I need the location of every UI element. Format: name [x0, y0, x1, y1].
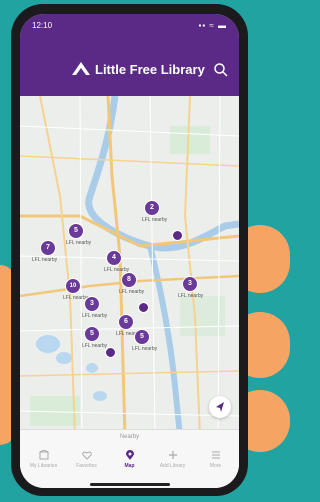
map-pin-cluster[interactable]: 3 [84, 296, 100, 312]
app-header: 12:10 ▪▪ ≈ ▬ Little Free Library [20, 14, 239, 96]
map-pin-label: LFL nearby [32, 257, 58, 263]
map-pin-label: LFL nearby [178, 293, 204, 299]
tab-my-libraries[interactable]: My Libraries [22, 448, 65, 474]
map-pin-label: LFL nearby [82, 313, 108, 319]
map-pin-label: LFL nearby [132, 346, 158, 352]
map-pin-label: LFL nearby [82, 343, 108, 349]
map-pin-cluster[interactable]: 8 [121, 272, 137, 288]
locate-me-button[interactable] [209, 396, 231, 418]
tab-label: Favorites [76, 463, 97, 469]
tab-label: Map [124, 463, 135, 469]
map-pin-icon [126, 450, 134, 460]
map-pin-label: LFL nearby [119, 289, 145, 295]
map-pin-cluster[interactable]: 5 [134, 329, 150, 345]
tab-more[interactable]: More [194, 448, 237, 474]
library-map[interactable]: 2 LFL nearby 5 LFL nearby 7 LFL nearby 4… [20, 96, 239, 436]
tab-map[interactable]: Map [108, 448, 151, 474]
map-pin-label: LFL nearby [142, 217, 168, 223]
navigation-arrow-icon [216, 402, 224, 412]
library-location-pin[interactable] [105, 347, 116, 358]
status-bar: 12:10 ▪▪ ≈ ▬ [32, 21, 227, 33]
map-pin-label: LFL nearby [66, 240, 92, 246]
heart-icon [82, 451, 92, 460]
app-title: Little Free Library [95, 62, 205, 77]
bottom-sheet[interactable]: Nearby My Libraries Favorites Map Add Li… [20, 429, 239, 488]
tab-label: More [209, 463, 222, 469]
status-icons: ▪▪ ≈ ▬ [198, 21, 227, 30]
map-pin-cluster[interactable]: 3 [182, 276, 198, 292]
tab-favorites[interactable]: Favorites [65, 448, 108, 474]
library-location-pin[interactable] [172, 230, 183, 241]
plus-icon [169, 451, 177, 459]
menu-icon [212, 451, 220, 459]
app-screen: 12:10 ▪▪ ≈ ▬ Little Free Library 2 LFL n… [20, 14, 239, 488]
tab-label: My Libraries [29, 463, 58, 469]
library-location-pin[interactable] [138, 302, 149, 313]
map-pin-cluster[interactable]: 10 [65, 278, 81, 294]
home-indicator [90, 483, 170, 486]
map-pin-cluster[interactable]: 5 [68, 223, 84, 239]
map-pin-cluster[interactable]: 2 [144, 200, 160, 216]
map-tiles [20, 96, 239, 436]
search-icon[interactable] [213, 62, 229, 78]
map-pin-cluster[interactable]: 6 [118, 314, 134, 330]
status-time: 12:10 [32, 21, 53, 30]
library-logo-icon [72, 62, 90, 75]
library-icon [39, 450, 49, 460]
tab-bar: My Libraries Favorites Map Add Library M… [20, 448, 239, 474]
sheet-title: Nearby [119, 434, 140, 440]
map-pin-cluster[interactable]: 7 [40, 240, 56, 256]
tab-label: Add Library [159, 463, 186, 469]
tab-add-library[interactable]: Add Library [151, 448, 194, 474]
map-pin-cluster[interactable]: 5 [84, 326, 100, 342]
map-pin-cluster[interactable]: 4 [106, 250, 122, 266]
